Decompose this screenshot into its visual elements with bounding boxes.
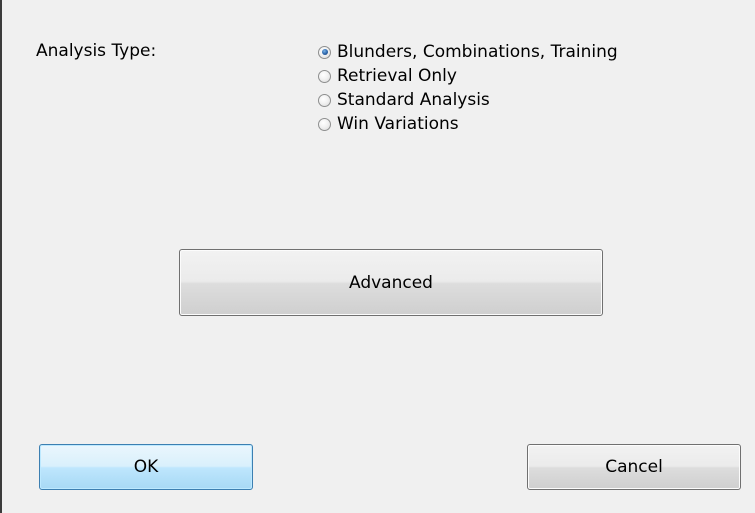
- radio-option-retrieval-only[interactable]: Retrieval Only: [318, 64, 618, 88]
- advanced-button[interactable]: Advanced: [179, 249, 603, 316]
- radio-option-label: Retrieval Only: [337, 66, 457, 86]
- analysis-type-label: Analysis Type:: [36, 41, 157, 61]
- radio-button-unchecked-icon[interactable]: [318, 69, 331, 83]
- radio-option-label: Blunders, Combinations, Training: [337, 42, 618, 62]
- radio-option-win-variations[interactable]: Win Variations: [318, 112, 618, 136]
- radio-button-checked-icon[interactable]: [318, 45, 331, 59]
- radio-button-unchecked-icon[interactable]: [318, 93, 331, 107]
- ok-button[interactable]: OK: [39, 444, 253, 490]
- analysis-dialog: Analysis Type: Blunders, Combinations, T…: [0, 0, 755, 513]
- radio-option-label: Win Variations: [337, 114, 459, 134]
- analysis-type-radio-group: Blunders, Combinations, Training Retriev…: [318, 40, 618, 136]
- radio-option-blunders-combinations-training[interactable]: Blunders, Combinations, Training: [318, 40, 618, 64]
- radio-button-unchecked-icon[interactable]: [318, 117, 331, 131]
- radio-option-label: Standard Analysis: [337, 90, 490, 110]
- radio-option-standard-analysis[interactable]: Standard Analysis: [318, 88, 618, 112]
- cancel-button[interactable]: Cancel: [527, 444, 741, 490]
